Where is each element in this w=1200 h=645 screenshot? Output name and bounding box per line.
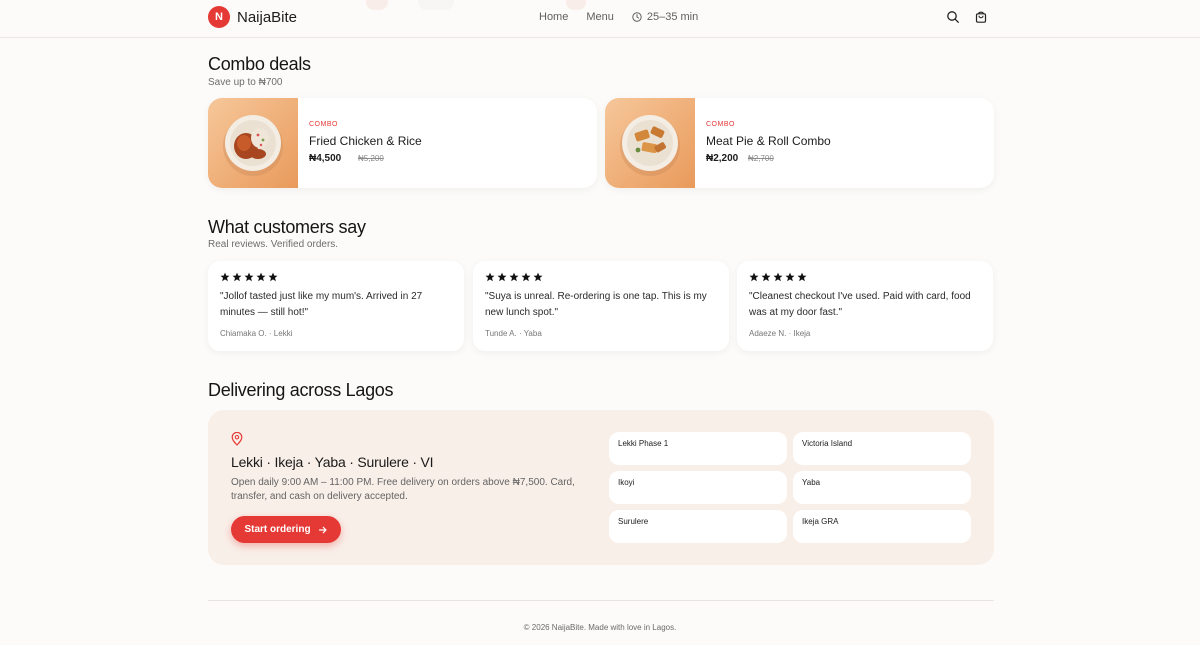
star-icon: [256, 272, 266, 282]
bag-icon[interactable]: [974, 10, 988, 24]
star-rating: [749, 272, 809, 282]
area-chip[interactable]: Ikeja GRA: [793, 510, 971, 543]
combo-tag: COMBO: [706, 121, 735, 128]
star-icon: [785, 272, 795, 282]
review-quote: "Jollof tasted just like my mum's. Arriv…: [220, 291, 423, 318]
star-icon: [220, 272, 230, 282]
reviews-section-subtitle: Real reviews. Verified orders.: [208, 239, 339, 250]
nav-menu-link[interactable]: Menu: [586, 11, 614, 23]
combo-section-title: Combo deals: [208, 54, 311, 74]
star-icon: [244, 272, 254, 282]
start-ordering-label: Start ordering: [244, 524, 311, 535]
delivery-areas: Lekki · Ikeja · Yaba · Surulere · VI: [231, 454, 434, 470]
delivery-panel: Lekki · Ikeja · Yaba · Surulere · VI Ope…: [208, 410, 994, 565]
area-chip[interactable]: Lekki Phase 1: [609, 432, 787, 465]
combo-price: ₦4,500: [309, 153, 342, 164]
star-rating: [220, 272, 280, 282]
star-icon: [749, 272, 759, 282]
nav-home-link[interactable]: Home: [539, 11, 568, 23]
review-quote: "Suya is unreal. Re-ordering is one tap.…: [485, 291, 707, 318]
brand-logo: N: [208, 6, 230, 28]
star-icon: [521, 272, 531, 282]
star-icon: [232, 272, 242, 282]
combo-tag: COMBO: [309, 121, 338, 128]
delivery-section-title: Delivering across Lagos: [208, 380, 394, 400]
brand-name: NaijaBite: [237, 8, 298, 26]
footer-copyright: © 2026 NaijaBite. Made with love in Lago…: [523, 623, 677, 632]
arrow-right-icon: [318, 526, 327, 533]
eta-text: 25–35 min: [646, 11, 699, 23]
star-icon: [509, 272, 519, 282]
combo-image: [605, 98, 695, 188]
review-author: Chiamaka O. · Lekki: [220, 329, 293, 338]
combo-old-price: ₦2,700: [748, 154, 774, 163]
review-card: "Suya is unreal. Re-ordering is one tap.…: [473, 261, 729, 351]
delivery-eta: 25–35 min: [632, 11, 698, 23]
combo-card[interactable]: COMBO Meat Pie & Roll Combo ₦2,200 ₦2,70…: [605, 98, 994, 188]
search-icon[interactable]: [946, 10, 960, 24]
combo-section-subtitle: Save up to ₦700: [208, 77, 283, 88]
combo-name: Meat Pie & Roll Combo: [706, 134, 831, 148]
start-ordering-button[interactable]: Start ordering: [231, 516, 341, 543]
review-card: "Jollof tasted just like my mum's. Arriv…: [208, 261, 464, 351]
star-icon: [773, 272, 783, 282]
combo-price: ₦2,200: [706, 153, 739, 164]
review-author: Adaeze N. · Ikeja: [749, 329, 811, 338]
combo-card[interactable]: COMBO Fried Chicken & Rice ₦4,500 ₦5,200: [208, 98, 597, 188]
star-icon: [497, 272, 507, 282]
decorative-blob: [418, 0, 454, 10]
star-icon: [268, 272, 278, 282]
star-icon: [761, 272, 771, 282]
area-chip[interactable]: Victoria Island: [793, 432, 971, 465]
location-pin-icon: [231, 432, 243, 446]
combo-name: Fried Chicken & Rice: [309, 134, 422, 148]
area-chip[interactable]: Yaba: [793, 471, 971, 504]
review-quote: "Cleanest checkout I've used. Paid with …: [749, 291, 971, 318]
area-chip[interactable]: Ikoyi: [609, 471, 787, 504]
brand[interactable]: N NaijaBite: [208, 6, 297, 28]
food-plate-icon: [620, 115, 680, 176]
area-chip[interactable]: Surulere: [609, 510, 787, 543]
header-actions: [946, 10, 988, 24]
review-author: Tunde A. · Yaba: [485, 329, 542, 338]
decorative-blob: [366, 0, 388, 10]
food-plate-icon: [223, 115, 283, 176]
reviews-section-title: What customers say: [208, 217, 366, 237]
decorative-blob: [566, 0, 586, 10]
review-card: "Cleanest checkout I've used. Paid with …: [737, 261, 993, 351]
delivery-description: Open daily 9:00 AM – 11:00 PM. Free deli…: [231, 477, 575, 502]
combo-image: [208, 98, 298, 188]
star-icon: [797, 272, 807, 282]
star-icon: [533, 272, 543, 282]
site-header: N NaijaBite Home Menu 25–35 min: [0, 0, 1200, 38]
star-rating: [485, 272, 545, 282]
star-icon: [485, 272, 495, 282]
main-nav: Home Menu 25–35 min: [539, 11, 698, 23]
footer-divider: [208, 600, 994, 601]
clock-icon: [632, 12, 642, 22]
combo-old-price: ₦5,200: [358, 154, 384, 163]
